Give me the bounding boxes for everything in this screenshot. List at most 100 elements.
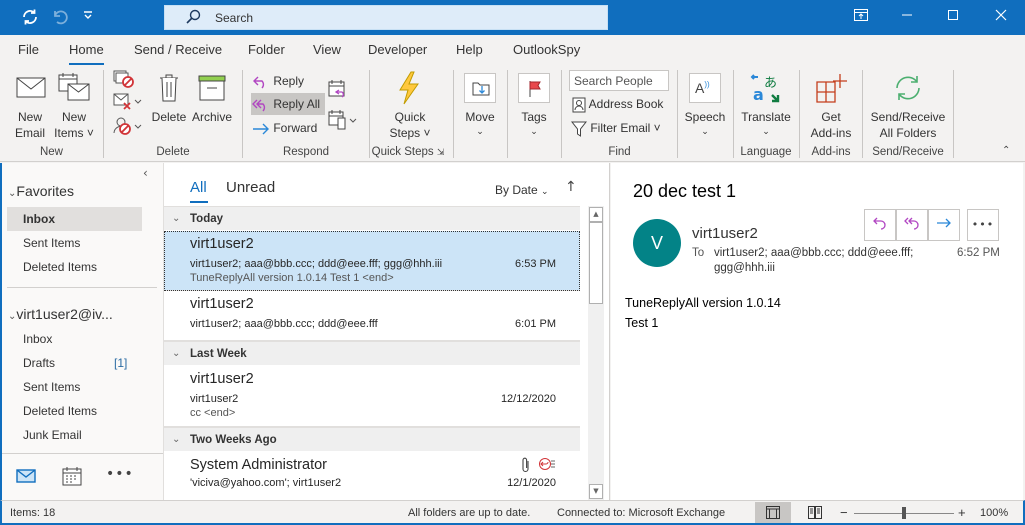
sync-icon[interactable] [20, 8, 40, 28]
quick-steps-button[interactable]: Quick Steps ˅ [384, 69, 436, 141]
message-body-line: TuneReplyAll version 1.0.14 [625, 296, 781, 310]
reply-all-icon [252, 99, 266, 112]
zoom-in-button[interactable]: + [958, 505, 966, 520]
filter-icon [570, 121, 588, 137]
sender-avatar[interactable]: V [633, 219, 681, 267]
collapse-ribbon-icon[interactable]: ⌃ [1002, 145, 1016, 159]
zoom-level[interactable]: 100% [980, 507, 1008, 519]
clean-up-button[interactable] [113, 93, 143, 113]
tab-developer[interactable]: Developer [368, 42, 427, 57]
delete-button[interactable]: Delete [150, 69, 188, 139]
translate-button[interactable]: aあ Translate ⌄ [740, 69, 792, 141]
archive-button[interactable]: Archive [190, 69, 234, 139]
group-header-today[interactable]: ⌄ Today [164, 206, 580, 230]
search-people-input[interactable]: Search People [569, 70, 669, 91]
tags-button[interactable]: Tags ⌄ [517, 69, 551, 139]
to-label: To [692, 247, 705, 259]
mail-icon[interactable] [16, 468, 36, 487]
recipients-line-2[interactable]: ggg@hhh.iii [714, 262, 775, 274]
forward-button[interactable]: Forward [252, 117, 326, 139]
tab-view[interactable]: View [313, 42, 341, 57]
more-icon[interactable]: ••• [106, 466, 134, 482]
message-item[interactable]: System Administrator 'viciva@yahoo.com';… [164, 452, 580, 500]
account-inbox[interactable]: Inbox [7, 327, 142, 351]
undo-icon[interactable] [50, 8, 70, 28]
tab-file[interactable]: File [18, 42, 39, 57]
reading-view-button[interactable] [802, 502, 832, 523]
zoom-out-button[interactable]: − [840, 505, 848, 520]
more-respond-button[interactable] [328, 109, 358, 131]
scroll-up-button[interactable]: ▲ [589, 207, 603, 222]
sort-direction-icon[interactable]: ↑ [565, 179, 577, 195]
maximize-button[interactable] [930, 0, 976, 35]
tab-help[interactable]: Help [456, 42, 483, 57]
tab-folder[interactable]: Folder [248, 42, 285, 57]
message-item[interactable]: virt1user2 virt1user2 12/12/2020 cc <end… [164, 366, 580, 427]
item-count: Items: 18 [10, 507, 56, 519]
message-item[interactable]: virt1user2 virt1user2; aaa@bbb.ccc; ddd@… [164, 291, 580, 341]
lightning-icon [399, 71, 419, 105]
sender-name[interactable]: virt1user2 [692, 225, 758, 242]
scroll-thumb[interactable] [589, 222, 603, 304]
dialog-launcher-icon[interactable]: ⇲ [437, 147, 445, 157]
normal-view-button[interactable] [755, 502, 791, 523]
reply-icon [253, 76, 265, 89]
account-header[interactable]: ⌄virt1user2@iv... [8, 306, 113, 322]
group-label-send-receive: Send/Receive [872, 146, 944, 158]
meeting-reply-button[interactable] [328, 79, 348, 99]
group-header-two-weeks-ago[interactable]: ⌄ Two Weeks Ago [164, 427, 580, 451]
speech-button[interactable]: A)) Speech ⌄ [685, 69, 725, 139]
sort-by-date[interactable]: By Date ⌄ [495, 183, 549, 197]
separator [733, 70, 734, 158]
close-button[interactable] [978, 0, 1024, 35]
search-box[interactable]: Search [164, 5, 608, 30]
folder-pane: ‹ ⌄Favorites Inbox Sent Items Deleted It… [0, 163, 163, 500]
reply-button[interactable]: Reply [252, 70, 322, 92]
reply-button[interactable] [864, 209, 896, 241]
ribbon-display-options-button[interactable] [838, 0, 884, 35]
title-bar: Search [0, 0, 1025, 35]
collapse-pane-icon[interactable]: ‹ [143, 166, 148, 180]
favorites-deleted-items[interactable]: Deleted Items [7, 255, 142, 279]
filter-underline [190, 201, 208, 203]
minimize-button[interactable] [884, 0, 930, 35]
reply-all-button[interactable] [896, 209, 928, 241]
ignore-button[interactable] [113, 70, 137, 90]
junk-button[interactable] [113, 116, 143, 136]
module-switcher: ••• [2, 453, 163, 500]
reply-all-button[interactable]: Reply All [251, 93, 325, 115]
calendar-icon[interactable] [62, 466, 82, 489]
filter-email-button[interactable]: Filter Email ˅ [570, 117, 667, 139]
filter-unread[interactable]: Unread [226, 179, 275, 196]
account-deleted-items[interactable]: Deleted Items [7, 399, 142, 423]
drafts-count: [1] [114, 356, 128, 370]
favorites-sent-items[interactable]: Sent Items [7, 231, 142, 255]
account-drafts[interactable]: Drafts [1] [7, 351, 142, 375]
ribbon-display-icon [854, 9, 868, 21]
new-email-button[interactable]: New Email [10, 69, 50, 140]
tab-outlookspy[interactable]: OutlookSpy [513, 42, 580, 57]
move-button[interactable]: Move ⌄ [463, 69, 497, 139]
get-addins-button[interactable]: Get Add-ins [806, 69, 856, 140]
tab-home[interactable]: Home [69, 42, 104, 66]
list-scrollbar[interactable]: ▲ ▼ [588, 206, 604, 500]
forward-button[interactable] [928, 209, 960, 241]
more-actions-button[interactable]: ••• [967, 209, 999, 241]
recipients-line-1[interactable]: virt1user2; aaa@bbb.ccc; ddd@eee.fff; [714, 247, 913, 259]
favorites-inbox[interactable]: Inbox [7, 207, 142, 231]
favorites-header[interactable]: ⌄Favorites [8, 183, 74, 199]
group-header-last-week[interactable]: ⌄ Last Week [164, 341, 580, 365]
scroll-down-button[interactable]: ▼ [589, 484, 603, 499]
zoom-slider-thumb[interactable] [902, 507, 906, 519]
filter-all[interactable]: All [190, 179, 207, 196]
tab-send-receive[interactable]: Send / Receive [134, 42, 222, 57]
send-receive-all-button[interactable]: Send/Receive All Folders [868, 69, 948, 140]
account-junk-email[interactable]: Junk Email [7, 423, 142, 447]
address-book-icon [572, 97, 586, 113]
new-items-button[interactable]: New Items ˅ [52, 69, 96, 140]
address-book-button[interactable]: Address Book [572, 93, 668, 115]
customize-qat-icon[interactable] [78, 8, 98, 28]
message-body-line: Test 1 [625, 316, 659, 330]
account-sent-items[interactable]: Sent Items [7, 375, 142, 399]
message-item[interactable]: virt1user2 virt1user2; aaa@bbb.ccc; ddd@… [164, 231, 580, 291]
